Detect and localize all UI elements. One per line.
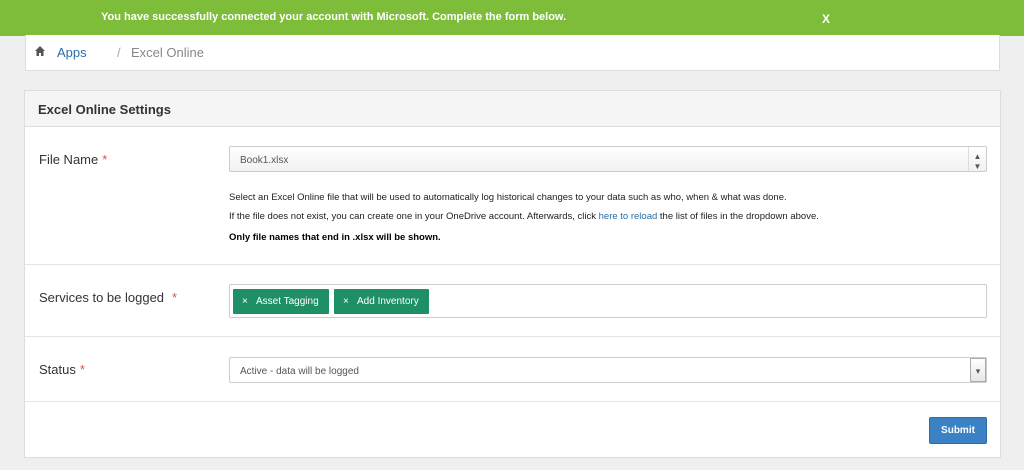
submit-button[interactable]: Submit	[929, 417, 987, 444]
remove-tag-icon[interactable]: ×	[242, 296, 248, 307]
success-banner: You have successfully connected your acc…	[0, 0, 1024, 36]
file-help-line3: Only file names that end in .xlsx will b…	[229, 232, 441, 243]
home-icon[interactable]	[35, 46, 45, 56]
reload-link[interactable]: here to reload	[599, 211, 658, 222]
file-name-label: File Name *	[39, 152, 108, 167]
file-help-line2: If the file does not exist, you can crea…	[229, 211, 819, 222]
status-select[interactable]: Active - data will be logged ▾	[229, 357, 987, 383]
settings-panel: Excel Online Settings File Name * Book1.x…	[24, 90, 1001, 458]
tag-label: Add Inventory	[357, 296, 419, 307]
file-name-value: Book1.xlsx	[240, 155, 289, 166]
tag-add-inventory[interactable]: × Add Inventory	[334, 289, 429, 314]
banner-message: You have successfully connected your acc…	[101, 11, 567, 23]
updown-arrow-icon: ▲ ▼	[968, 147, 986, 171]
status-label: Status *	[39, 362, 85, 377]
chevron-down-icon: ▾	[970, 358, 986, 382]
breadcrumb-apps-link[interactable]: Apps	[57, 45, 87, 60]
divider	[25, 336, 1000, 337]
services-label: Services to be logged *	[39, 290, 178, 305]
required-mark: *	[172, 290, 178, 305]
file-name-select[interactable]: Book1.xlsx ▲ ▼	[229, 146, 987, 172]
tag-asset-tagging[interactable]: × Asset Tagging	[233, 289, 329, 314]
services-multiselect[interactable]: × Asset Tagging × Add Inventory	[229, 284, 987, 318]
breadcrumb-current: Excel Online	[131, 45, 204, 60]
required-mark: *	[102, 152, 108, 167]
divider	[25, 264, 1000, 265]
divider	[25, 401, 1000, 402]
status-value: Active - data will be logged	[240, 366, 359, 377]
file-help-line1: Select an Excel Online file that will be…	[229, 192, 787, 203]
panel-title: Excel Online Settings	[38, 102, 171, 117]
panel-header: Excel Online Settings	[25, 91, 1000, 127]
breadcrumb: Apps / Excel Online	[25, 35, 1000, 71]
remove-tag-icon[interactable]: ×	[343, 296, 349, 307]
breadcrumb-separator: /	[117, 45, 121, 60]
required-mark: *	[79, 362, 85, 377]
tag-label: Asset Tagging	[256, 296, 319, 307]
banner-close-button[interactable]: X	[822, 12, 830, 26]
